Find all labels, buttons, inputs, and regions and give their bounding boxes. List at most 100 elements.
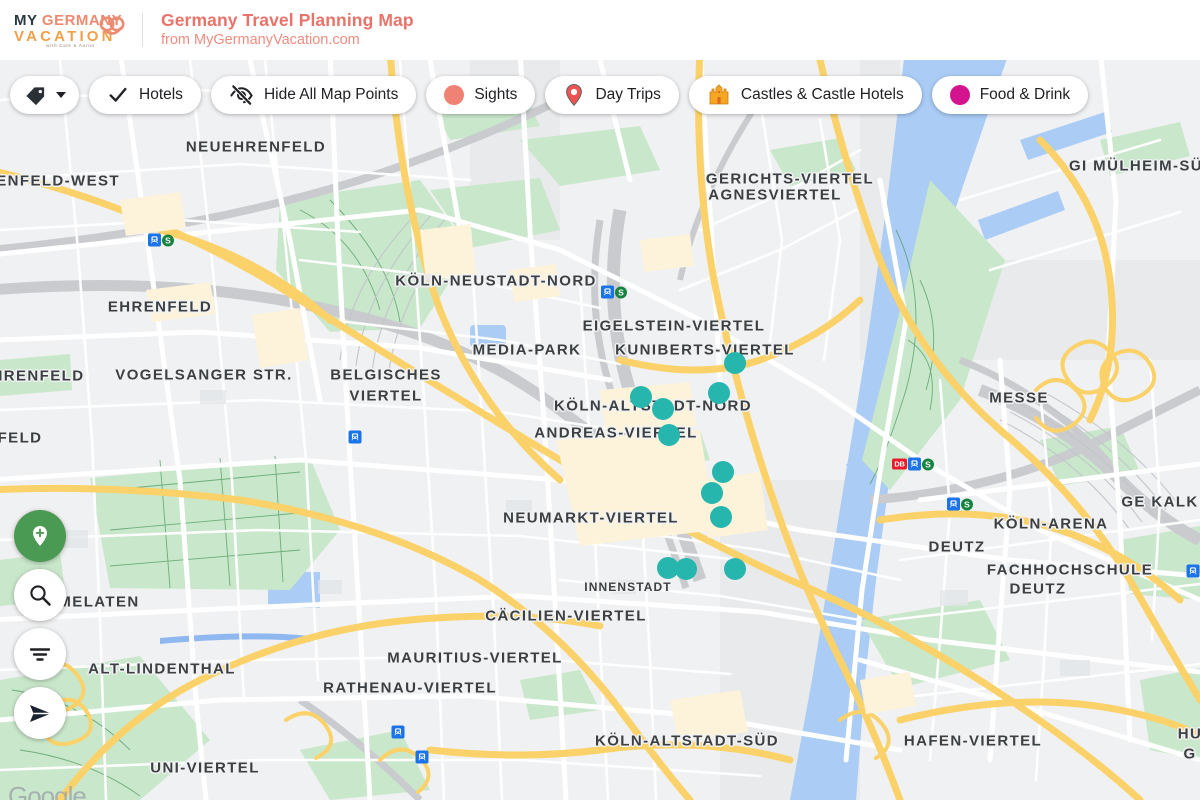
map-point-marker[interactable] bbox=[675, 558, 697, 580]
filter-chip-label: Sights bbox=[474, 86, 518, 103]
map-point-marker[interactable] bbox=[724, 352, 746, 374]
map-label: DEUTZ bbox=[1009, 580, 1067, 598]
map-label: NEUMARKT-VIERTEL bbox=[503, 509, 679, 527]
map-label: FELD bbox=[0, 429, 43, 447]
brand-logo[interactable]: MY GERMANY VACATION with Cate & Aaron bbox=[10, 7, 128, 53]
transit-station-icon bbox=[391, 725, 405, 739]
transit-station-icon: S bbox=[601, 285, 627, 299]
map-label: VOGELSANGER STR. bbox=[115, 366, 293, 384]
page-title: Germany Travel Planning Map bbox=[161, 10, 414, 30]
map-filter-bar: Hotels Hide All Map Points Sights Day Trips… bbox=[0, 72, 1200, 118]
map-label: GERICHTS-VIERTEL bbox=[705, 170, 875, 188]
filter-chip-hotels[interactable]: Hotels bbox=[89, 76, 201, 114]
map-label: EHRENFELD bbox=[107, 298, 213, 316]
color-dot-icon bbox=[444, 85, 465, 105]
filter-chip-food-drink[interactable]: Food & Drink bbox=[931, 76, 1089, 114]
s-bahn-icon: S bbox=[162, 234, 174, 246]
pin-plus-icon bbox=[33, 526, 47, 546]
map-label: KÖLN-ALTSTADT-SÜD bbox=[594, 732, 780, 750]
transit-station-icon: DB S bbox=[892, 457, 934, 471]
map-label: HAFEN-VIERTEL bbox=[903, 732, 1043, 750]
map-point-marker[interactable] bbox=[701, 482, 723, 504]
transit-station-icon: S bbox=[148, 233, 174, 247]
map-label: BELGISCHES bbox=[330, 366, 442, 384]
map-label: KUNIBERTS-VIERTEL bbox=[615, 341, 795, 359]
chevron-down-icon bbox=[56, 92, 66, 98]
map-point-marker[interactable] bbox=[652, 398, 674, 420]
map-label: GE KALK bbox=[1121, 493, 1199, 511]
pretzel-icon bbox=[99, 16, 125, 35]
transit-station-icon: S bbox=[947, 497, 973, 511]
filter-chip-label: Day Trips bbox=[595, 86, 661, 103]
map-label: CÄCILIEN-VIERTEL bbox=[485, 607, 647, 625]
map-point-marker[interactable] bbox=[724, 558, 746, 580]
map-label: INNENSTADT bbox=[584, 580, 672, 594]
map-label: KÖLN-ARENA bbox=[993, 515, 1109, 533]
map-controls bbox=[14, 510, 66, 739]
eye-off-icon bbox=[230, 83, 253, 106]
google-attribution: Google bbox=[8, 781, 87, 800]
train-icon bbox=[415, 750, 429, 764]
check-icon bbox=[109, 87, 127, 102]
search-button[interactable] bbox=[14, 569, 66, 621]
map-label: GI MÜLHEIM-SÜ bbox=[1068, 157, 1200, 175]
map-label: NEUEHRENFELD bbox=[185, 138, 327, 156]
db-rail-icon: DB bbox=[892, 458, 907, 470]
page-subtitle: from MyGermanyVacation.com bbox=[161, 32, 360, 48]
map-point-marker[interactable] bbox=[658, 424, 680, 446]
train-icon bbox=[348, 430, 362, 444]
map-label: EIGELSTEIN-VIERTEL bbox=[582, 317, 766, 335]
map-point-marker[interactable] bbox=[712, 461, 734, 483]
color-dot-icon bbox=[949, 85, 970, 105]
filter-chip-sights[interactable]: Sights bbox=[426, 76, 536, 114]
filter-button[interactable] bbox=[14, 628, 66, 680]
map-label: ALT-LINDENTHAL bbox=[88, 660, 236, 678]
filter-chip-label: Castles & Castle Hotels bbox=[740, 86, 904, 103]
map-label: VIERTEL bbox=[349, 387, 423, 405]
map-label: MESSE bbox=[989, 389, 1049, 407]
map-pin-icon bbox=[566, 83, 583, 107]
map-point-marker[interactable] bbox=[708, 382, 730, 404]
filter-icon bbox=[29, 648, 51, 661]
send-icon bbox=[29, 704, 51, 722]
map-label: UNI-VIERTEL bbox=[150, 759, 260, 777]
map-label: MELATEN bbox=[58, 593, 140, 611]
map-label: HRENFELD bbox=[0, 367, 85, 385]
filter-chip-day-trips[interactable]: Day Trips bbox=[545, 76, 679, 114]
map-label: RATHENAU-VIERTEL bbox=[323, 679, 497, 697]
map-point-marker[interactable] bbox=[710, 506, 732, 528]
transit-station-icon bbox=[348, 430, 362, 444]
train-icon bbox=[148, 233, 161, 247]
map-label: MAURITIUS-VIERTEL bbox=[387, 649, 563, 667]
transit-station-icon bbox=[415, 750, 429, 764]
filter-chip-castles-castle-hotels[interactable]: Castles & Castle Hotels bbox=[688, 76, 922, 114]
s-bahn-icon: S bbox=[615, 286, 627, 298]
train-icon bbox=[391, 725, 405, 739]
train-icon bbox=[947, 497, 960, 511]
header-divider bbox=[142, 13, 143, 47]
map-label: DEUTZ bbox=[928, 538, 986, 556]
filter-chip-hide-all-map-points[interactable]: Hide All Map Points bbox=[210, 76, 417, 114]
s-bahn-icon: S bbox=[922, 458, 934, 470]
directions-button[interactable] bbox=[14, 687, 66, 739]
filter-chip-tag[interactable] bbox=[10, 76, 79, 114]
filter-chip-label: Food & Drink bbox=[979, 86, 1071, 103]
s-bahn-icon: S bbox=[961, 498, 973, 510]
map-label: KÖLN-NEUSTADT-NORD bbox=[395, 272, 597, 290]
add-place-button[interactable] bbox=[14, 510, 66, 562]
tag-icon bbox=[26, 86, 45, 105]
map-label: G bbox=[1183, 745, 1197, 763]
search-icon bbox=[30, 585, 51, 606]
page-header: MY GERMANY VACATION with Cate & Aaron Ge… bbox=[0, 0, 1200, 60]
map-canvas[interactable]: NEUEHRENFELD RENFELD-WEST EHRENFELD HRENFEL… bbox=[0, 60, 1200, 800]
filter-chip-label: Hide All Map Points bbox=[263, 86, 399, 103]
map-label: HU bbox=[1177, 725, 1200, 743]
train-icon bbox=[601, 285, 614, 299]
logo-tagline: with Cate & Aaron bbox=[46, 43, 95, 48]
map-label: RENFELD-WEST bbox=[0, 172, 120, 190]
filter-chip-label: Hotels bbox=[139, 86, 183, 103]
map-label: AGNESVIERTEL bbox=[708, 186, 842, 204]
train-icon bbox=[1186, 564, 1200, 578]
map-point-marker[interactable] bbox=[630, 386, 652, 408]
castle-icon bbox=[709, 84, 729, 105]
